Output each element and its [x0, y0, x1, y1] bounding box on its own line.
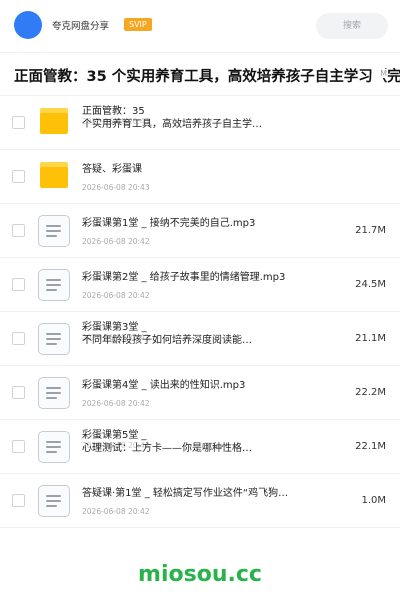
list-item[interactable]: 答疑、彩蛋课 2026-06-08 20:43	[0, 150, 400, 204]
row-checkbox[interactable]	[12, 386, 25, 399]
list-item[interactable]: 正面管教：35 2026-06-08 20:43 个实用养育工具，高效培养孩子自…	[0, 96, 400, 150]
audio-file-icon	[38, 215, 70, 247]
row-checkbox[interactable]	[12, 224, 25, 237]
file-name-line2: 个实用养育工具，高效培养孩子自主学…	[82, 119, 262, 130]
app-header: 夸克网盘分享 SVIP 搜索	[0, 0, 400, 52]
file-date: 2026-06-08 20:42	[82, 291, 150, 300]
row-checkbox[interactable]	[12, 440, 25, 453]
list-item[interactable]: 彩蛋课第3堂 _ 2026-06-08 20:42 不同年龄段孩子如何培养深度阅…	[0, 312, 400, 366]
title-size: M	[380, 69, 387, 78]
page-title: 正面管教：35 个实用养育工具，高效培养孩子自主学习（完	[14, 69, 400, 85]
file-date: 2026-06-08 20:42	[82, 237, 150, 246]
audio-file-icon	[38, 377, 70, 409]
file-name: 彩蛋课第1堂 _ 接纳不完美的自己.mp3	[82, 218, 256, 229]
file-name: 答疑、彩蛋课	[82, 164, 142, 175]
file-name: 彩蛋课第2堂 _ 给孩子故事里的情绪管理.mp3	[82, 272, 286, 283]
file-size: 24.5M	[355, 279, 386, 290]
avatar[interactable]	[14, 11, 42, 39]
file-name-line2: 心理测试：上方卡——你是哪种性格…	[82, 443, 252, 454]
audio-file-icon	[38, 323, 70, 355]
app-name: 夸克网盘分享	[52, 21, 110, 32]
row-checkbox[interactable]	[12, 278, 25, 291]
folder-icon	[40, 162, 68, 188]
list-item[interactable]: 彩蛋课第4堂 _ 读出来的性知识.mp3 2026-06-08 20:42 22…	[0, 366, 400, 420]
file-name: 答疑课·第1堂 _ 轻松搞定写作业这件“鸡飞狗跳”…	[82, 488, 292, 499]
file-size: 22.1M	[355, 441, 386, 452]
file-date: 2026-06-08 20:42	[82, 507, 150, 516]
row-checkbox[interactable]	[12, 116, 25, 129]
row-checkbox[interactable]	[12, 170, 25, 183]
list-item[interactable]: 彩蛋课第2堂 _ 给孩子故事里的情绪管理.mp3 2026-06-08 20:4…	[0, 258, 400, 312]
file-name-line2: 不同年龄段孩子如何培养深度阅读能…	[82, 335, 252, 346]
file-size: 21.1M	[355, 333, 386, 344]
svip-badge: SVIP	[124, 18, 152, 31]
file-size: 22.2M	[355, 387, 386, 398]
list-item[interactable]: 彩蛋课第1堂 _ 接纳不完美的自己.mp3 2026-06-08 20:42 2…	[0, 204, 400, 258]
file-size: 1.0M	[361, 495, 386, 506]
video-file-icon	[38, 485, 70, 517]
file-name: 彩蛋课第4堂 _ 读出来的性知识.mp3	[82, 380, 246, 391]
file-size: 21.7M	[355, 225, 386, 236]
file-date: 2026-06-08 20:43	[82, 183, 150, 192]
watermark: miosou.cc	[138, 562, 262, 587]
search-button[interactable]: 搜索	[316, 13, 388, 39]
row-checkbox[interactable]	[12, 494, 25, 507]
file-list: 正面管教：35 2026-06-08 20:43 个实用养育工具，高效培养孩子自…	[0, 96, 400, 528]
file-date: 2026-06-08 20:42	[82, 399, 150, 408]
row-checkbox[interactable]	[12, 332, 25, 345]
list-item[interactable]: 答疑课·第1堂 _ 轻松搞定写作业这件“鸡飞狗跳”… 2026-06-08 20…	[0, 474, 400, 528]
folder-icon	[40, 108, 68, 134]
audio-file-icon	[38, 431, 70, 463]
audio-file-icon	[38, 269, 70, 301]
title-bar: 正面管教：35 个实用养育工具，高效培养孩子自主学习（完 M	[0, 52, 400, 96]
list-item[interactable]: 彩蛋课第5堂 _ 2026-06-08 20:42 心理测试：上方卡——你是哪种…	[0, 420, 400, 474]
